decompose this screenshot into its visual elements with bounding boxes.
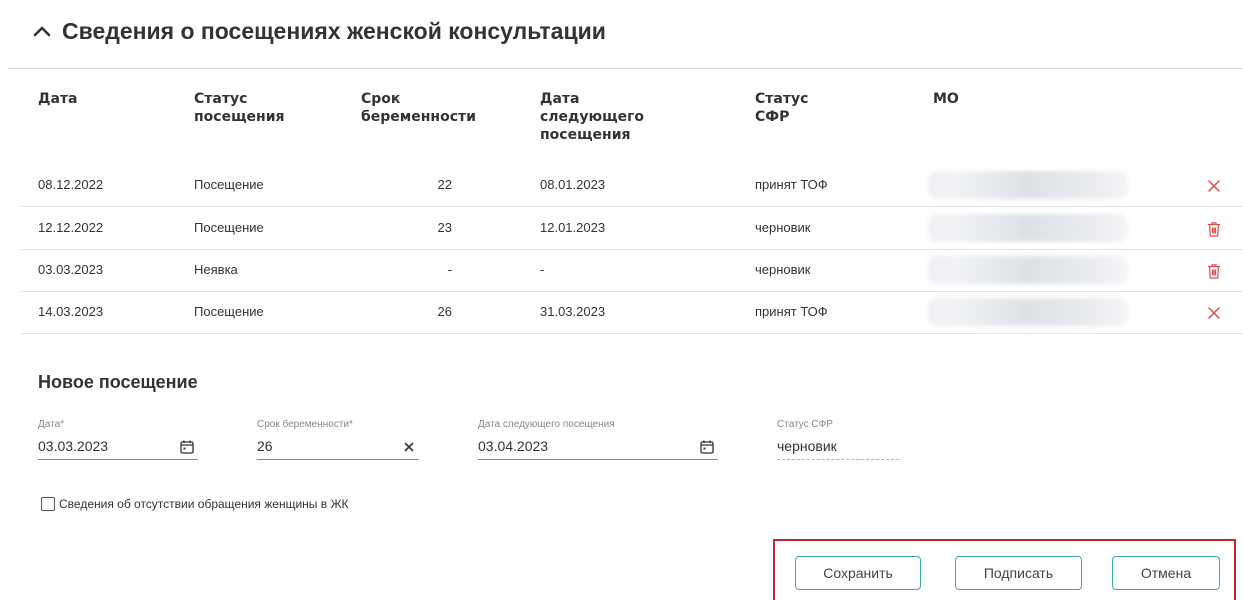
table-row[interactable]: 14.03.2023 Посещение 26 31.03.2023 приня… bbox=[21, 291, 1242, 334]
section-divider bbox=[8, 68, 1242, 69]
cell-term: - bbox=[447, 262, 452, 277]
cell-status: Посещение bbox=[194, 220, 264, 235]
no-visit-checkbox[interactable] bbox=[41, 497, 55, 511]
header-line: посещения bbox=[540, 127, 631, 143]
column-header-date: Дата bbox=[38, 90, 77, 108]
field-label: Дата следующего посещения bbox=[478, 419, 615, 430]
header-line: Срок bbox=[361, 91, 401, 107]
field-underline bbox=[257, 459, 419, 460]
new-visit-title: Новое посещение bbox=[38, 372, 198, 392]
header-line: посещения bbox=[194, 109, 285, 125]
column-header-sfr-status: Статус СФР bbox=[755, 90, 808, 126]
table-row[interactable]: 03.03.2023 Неявка - - черновик bbox=[21, 249, 1242, 292]
section-title: Сведения о посещениях женской консультац… bbox=[62, 17, 606, 44]
close-icon[interactable] bbox=[1205, 177, 1223, 195]
column-header-next-date: Дата следующего посещения bbox=[540, 90, 644, 144]
field-underline bbox=[478, 459, 718, 460]
no-visit-checkbox-label: Сведения об отсутствии обращения женщины… bbox=[59, 497, 349, 511]
sign-button[interactable]: Подписать bbox=[955, 556, 1082, 590]
visit-date-input[interactable]: 03.03.2023 bbox=[38, 438, 108, 454]
header-line: беременности bbox=[361, 109, 476, 125]
calendar-icon[interactable] bbox=[179, 439, 195, 455]
cell-mo-redacted bbox=[928, 214, 1128, 242]
trash-icon[interactable] bbox=[1205, 220, 1223, 238]
cell-term: 23 bbox=[437, 220, 452, 235]
table-row[interactable]: 08.12.2022 Посещение 22 08.01.2023 приня… bbox=[21, 164, 1242, 207]
cancel-button[interactable]: Отмена bbox=[1112, 556, 1220, 590]
cell-sfr-status: черновик bbox=[755, 220, 811, 235]
cell-term: 22 bbox=[437, 177, 452, 192]
field-label: Дата* bbox=[38, 419, 65, 430]
cell-date: 03.03.2023 bbox=[38, 262, 104, 277]
cell-next-date: - bbox=[540, 262, 545, 277]
cell-sfr-status: принят ТОФ bbox=[755, 304, 828, 319]
header-line: СФР bbox=[755, 109, 790, 125]
cell-status: Посещение bbox=[194, 304, 264, 319]
header-line: Статус bbox=[194, 91, 248, 107]
field-underline bbox=[777, 459, 899, 460]
cell-status: Посещение bbox=[194, 177, 264, 192]
save-button[interactable]: Сохранить bbox=[795, 556, 921, 590]
cell-date: 14.03.2023 bbox=[38, 304, 104, 319]
column-header-status: Статус посещения bbox=[194, 90, 285, 126]
cell-next-date: 31.03.2023 bbox=[540, 304, 606, 319]
header-line: Дата bbox=[540, 91, 580, 107]
trash-icon[interactable] bbox=[1205, 262, 1223, 280]
visit-date-field[interactable]: Дата* 03.03.2023 bbox=[38, 419, 198, 461]
cell-mo-redacted bbox=[928, 256, 1128, 284]
cell-sfr-status: принят ТОФ bbox=[755, 177, 828, 192]
header-line: Статус bbox=[755, 91, 809, 107]
chevron-up-icon[interactable] bbox=[30, 19, 54, 43]
field-label: Срок беременности* bbox=[257, 419, 353, 430]
pregnancy-term-field[interactable]: Срок беременности* 26 bbox=[257, 419, 419, 461]
header-line: Дата bbox=[38, 91, 78, 107]
sfr-status-value: черновик bbox=[777, 438, 837, 454]
cell-status: Неявка bbox=[194, 262, 238, 277]
header-line: МО bbox=[933, 91, 959, 107]
cell-term: 26 bbox=[437, 304, 452, 319]
next-visit-date-field[interactable]: Дата следующего посещения 03.04.2023 bbox=[478, 419, 718, 461]
next-visit-date-input[interactable]: 03.04.2023 bbox=[478, 438, 548, 454]
cell-mo-redacted bbox=[928, 171, 1128, 199]
cell-next-date: 12.01.2023 bbox=[540, 220, 606, 235]
calendar-icon[interactable] bbox=[699, 439, 715, 455]
pregnancy-term-input[interactable]: 26 bbox=[257, 438, 273, 454]
field-label: Статус СФР bbox=[777, 419, 833, 430]
section-header[interactable]: Сведения о посещениях женской консультац… bbox=[30, 14, 606, 48]
header-line: следующего bbox=[540, 109, 644, 125]
clear-icon[interactable] bbox=[403, 441, 415, 453]
field-underline bbox=[38, 459, 198, 460]
column-header-mo: МО bbox=[933, 90, 959, 108]
cell-next-date: 08.01.2023 bbox=[540, 177, 606, 192]
cell-date: 08.12.2022 bbox=[38, 177, 104, 192]
close-icon[interactable] bbox=[1205, 304, 1223, 322]
column-header-term: Срок беременности bbox=[361, 90, 476, 126]
no-visit-checkbox-row[interactable]: Сведения об отсутствии обращения женщины… bbox=[41, 497, 349, 511]
sfr-status-field: Статус СФР черновик bbox=[777, 419, 899, 461]
cell-date: 12.12.2022 bbox=[38, 220, 104, 235]
cell-sfr-status: черновик bbox=[755, 262, 811, 277]
cell-mo-redacted bbox=[928, 298, 1128, 326]
table-row[interactable]: 12.12.2022 Посещение 23 12.01.2023 черно… bbox=[21, 207, 1242, 250]
